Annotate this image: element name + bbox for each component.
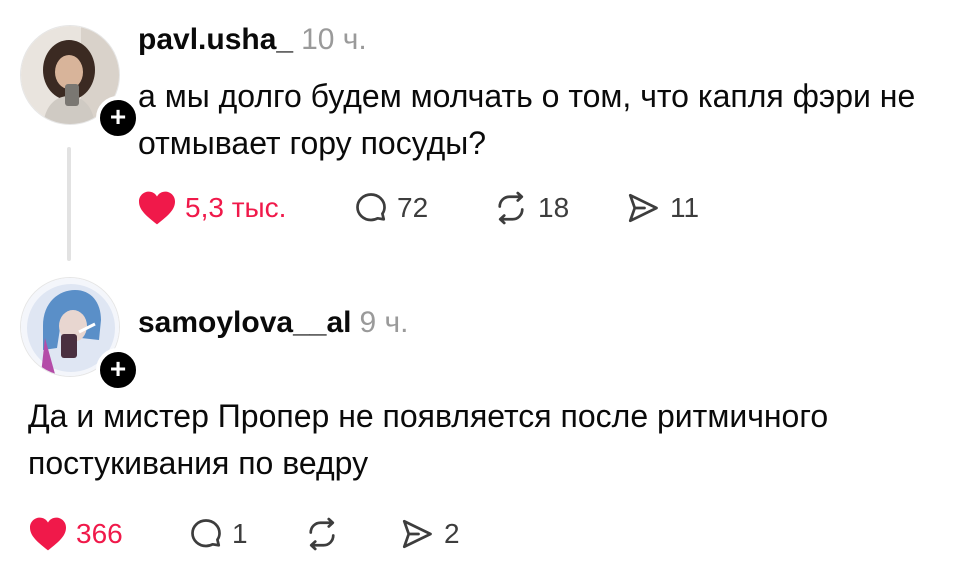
username[interactable]: pavl.usha_ bbox=[138, 23, 293, 56]
share-button[interactable]: 11 bbox=[624, 188, 699, 228]
plus-icon: + bbox=[109, 101, 127, 132]
post-time: 9 ч. bbox=[359, 306, 409, 339]
post-actions: 366 1 2 bbox=[28, 514, 528, 554]
speech-bubble-icon bbox=[356, 193, 386, 222]
post-time: 10 ч. bbox=[301, 23, 367, 56]
share-count: 11 bbox=[670, 192, 700, 223]
thread-line bbox=[67, 147, 71, 261]
post-text: а мы долго будем молчать о том, что капл… bbox=[138, 78, 916, 161]
speech-bubble-icon bbox=[191, 519, 221, 548]
like-count: 366 bbox=[76, 518, 123, 549]
heart-icon bbox=[139, 191, 175, 225]
reply-count: 72 bbox=[397, 192, 429, 223]
like-count: 5,3 тыс. bbox=[185, 192, 287, 223]
post-header: samoylova__al 9 ч. bbox=[138, 305, 408, 341]
avatar-container: + bbox=[20, 25, 140, 140]
follow-button[interactable]: + bbox=[96, 348, 140, 392]
share-count: 2 bbox=[444, 518, 460, 549]
like-button[interactable]: 366 bbox=[28, 514, 123, 554]
share-button[interactable]: 2 bbox=[398, 514, 460, 554]
repost-icon bbox=[309, 517, 335, 551]
repost-count: 18 bbox=[538, 192, 570, 223]
plus-icon: + bbox=[109, 353, 127, 384]
reply-count: 1 bbox=[232, 518, 248, 549]
repost-button[interactable]: 18 bbox=[492, 188, 569, 228]
post-header: pavl.usha_ 10 ч. bbox=[138, 22, 367, 58]
post-actions: 5,3 тыс. 72 18 11 bbox=[137, 188, 737, 228]
reply-button[interactable]: 72 bbox=[353, 188, 428, 228]
like-button[interactable]: 5,3 тыс. bbox=[137, 188, 286, 228]
repost-icon bbox=[498, 191, 524, 225]
send-icon bbox=[628, 193, 658, 223]
username[interactable]: samoylova__al bbox=[138, 306, 351, 339]
heart-icon bbox=[30, 517, 66, 551]
post-text: Да и мистер Пропер не появляется после р… bbox=[28, 398, 829, 481]
avatar-container: + bbox=[20, 277, 140, 392]
reply-button[interactable]: 1 bbox=[188, 514, 248, 554]
follow-button[interactable]: + bbox=[96, 96, 140, 140]
repost-button[interactable] bbox=[303, 514, 349, 554]
send-icon bbox=[402, 519, 432, 549]
